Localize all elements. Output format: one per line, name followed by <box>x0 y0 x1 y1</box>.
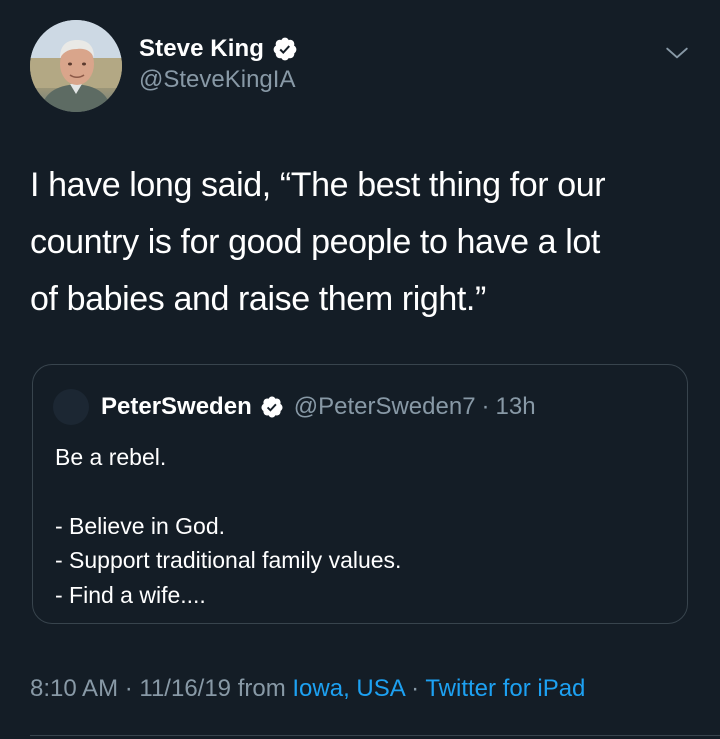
quoted-timestamp: 13h <box>495 393 536 420</box>
tweet-text-line: I have long said, “The best thing for ou… <box>30 166 606 204</box>
quoted-text-line: - Find a wife.... <box>55 581 206 608</box>
tweet-detail: Steve King @SteveKingIA I have long said… <box>0 0 720 739</box>
tweet-text-line: of babies and raise them right.” <box>30 280 486 318</box>
quoted-text-line: - Believe in God. <box>55 512 226 539</box>
chevron-down-icon[interactable] <box>664 40 690 66</box>
author-handle[interactable]: @SteveKingIA <box>139 66 298 94</box>
quoted-author-avatar <box>53 389 89 425</box>
tweet-meta: 8:10 AM · 11/16/19 from Iowa, USA · Twit… <box>30 675 585 703</box>
tweet-source-link[interactable]: Twitter for iPad <box>425 675 585 702</box>
tweet-text-line: country is for good people to have a lot <box>30 223 600 261</box>
author-names: Steve King @SteveKingIA <box>139 34 298 94</box>
meta-separator: · <box>404 675 426 702</box>
verified-badge-icon <box>273 37 297 61</box>
tweet-location-link[interactable]: Iowa, USA <box>292 675 404 702</box>
quoted-tweet[interactable]: PeterSweden @PeterSweden7 · 13h Be a reb… <box>32 364 688 624</box>
quoted-text-blank-line <box>55 475 401 509</box>
quoted-author-handle: @PeterSweden7 <box>293 393 476 420</box>
verified-badge-icon <box>261 396 283 418</box>
tweet-text: I have long said, “The best thing for ou… <box>30 157 690 328</box>
quoted-text-line: - Support traditional family values. <box>55 547 402 573</box>
divider <box>30 735 720 736</box>
quoted-tweet-header: PeterSweden @PeterSweden7 · 13h <box>53 389 536 425</box>
tweet-date: 11/16/19 <box>139 675 232 702</box>
quoted-author-display-name: PeterSweden <box>101 393 252 420</box>
quoted-separator: · <box>481 393 490 420</box>
tweet-header: Steve King @SteveKingIA <box>30 20 700 112</box>
meta-from: from <box>231 675 293 702</box>
author-avatar[interactable] <box>30 20 122 112</box>
author-name-row: Steve King <box>139 34 298 64</box>
author-display-name[interactable]: Steve King <box>139 35 264 63</box>
meta-separator: · <box>118 675 140 702</box>
tweet-time: 8:10 AM <box>30 675 119 702</box>
quoted-text-line: Be a rebel. <box>55 444 167 470</box>
quoted-tweet-text: Be a rebel. - Believe in God. - Support … <box>55 440 401 612</box>
